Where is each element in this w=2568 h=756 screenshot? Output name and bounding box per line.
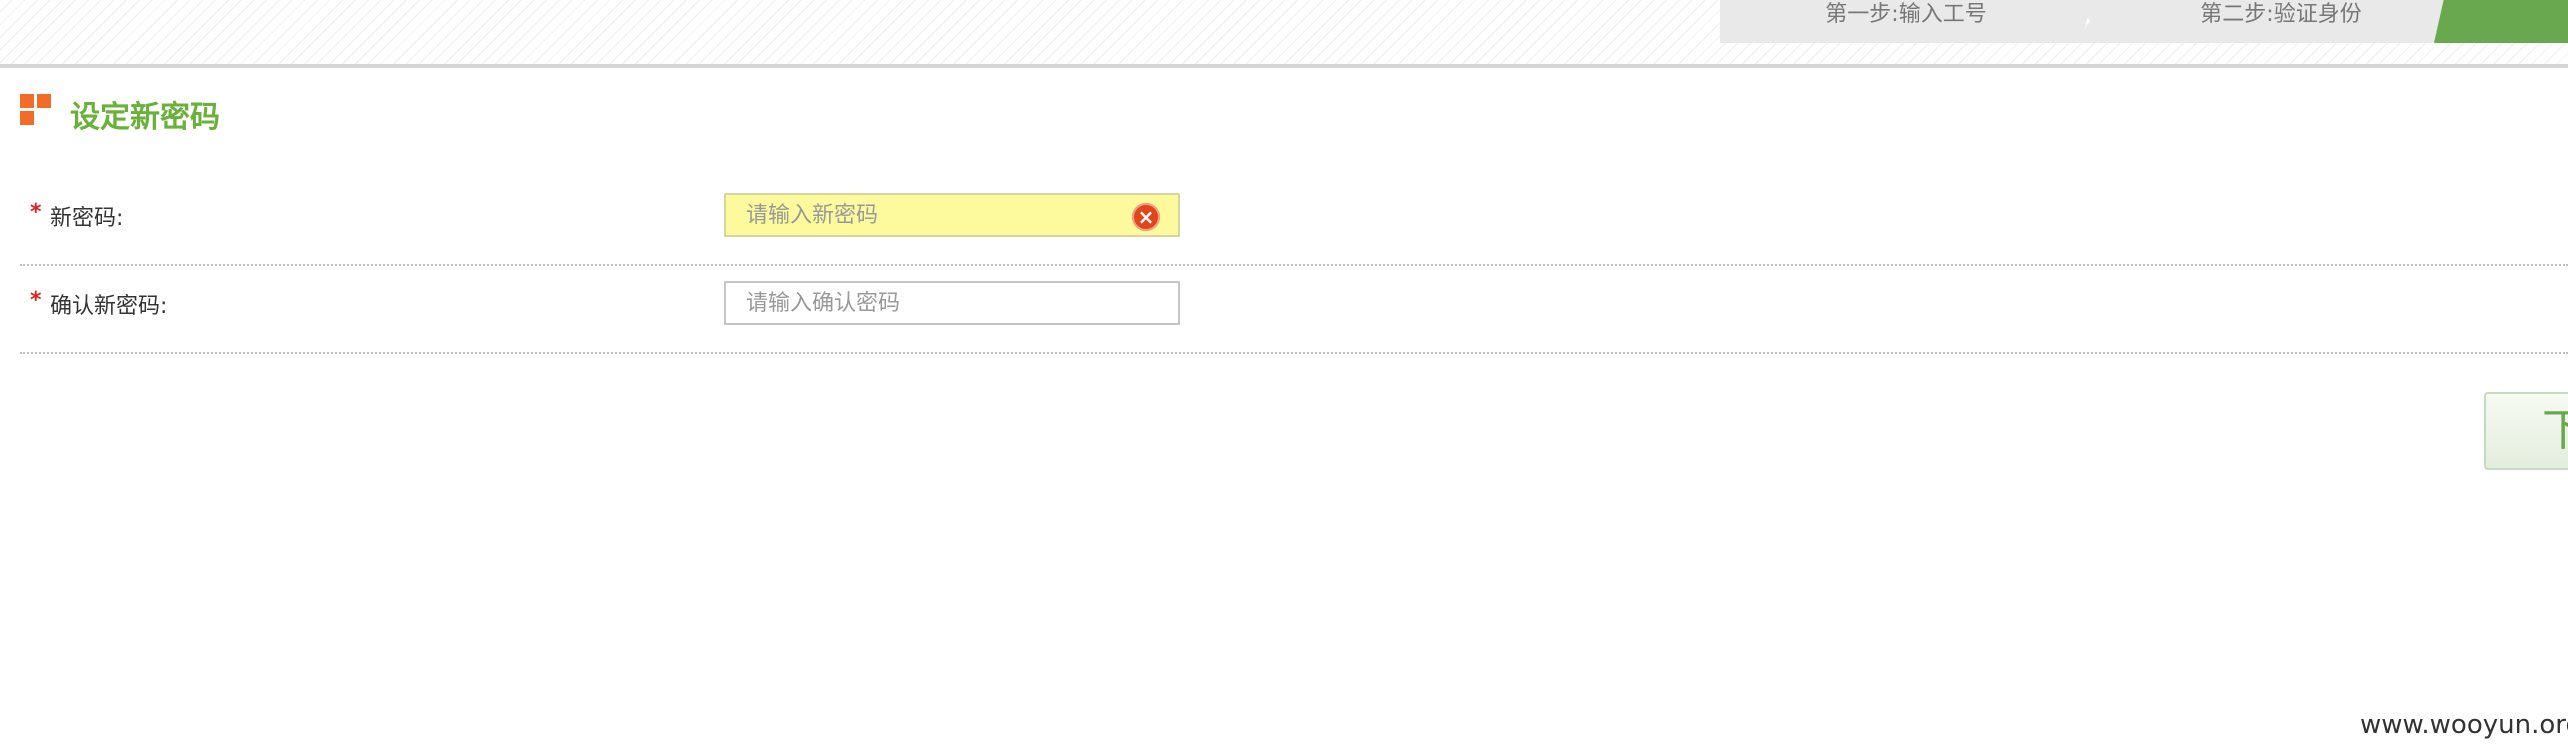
next-button[interactable]: 下 (2484, 392, 2568, 470)
new-password-label: 新密码: (50, 206, 124, 231)
step-1-input-id: 第一步:输入工号 (1720, 0, 2092, 43)
banner-divider (0, 64, 2568, 68)
required-mark: * (30, 288, 42, 313)
error-x-icon: × (1132, 203, 1160, 231)
confirm-password-input[interactable] (724, 281, 1180, 325)
new-password-row: * 新密码: × (20, 176, 2568, 266)
section-title: 设定新密码 (70, 100, 220, 135)
required-mark: * (30, 200, 42, 225)
confirm-password-row: * 确认新密码: (20, 264, 2568, 354)
step-3-active (2434, 0, 2568, 43)
watermark: www.wooyun.org (2360, 710, 2568, 740)
step-2-verify-identity: 第二步:验证身份 (2074, 0, 2488, 43)
confirm-password-label: 确认新密码: (50, 294, 168, 319)
new-password-input[interactable] (724, 193, 1180, 237)
